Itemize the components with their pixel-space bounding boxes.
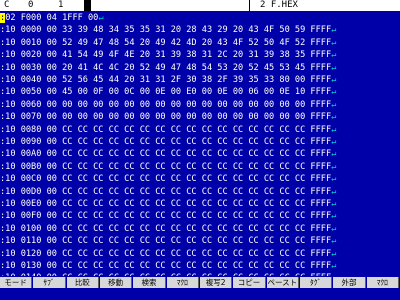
line-end-icon: ↵ xyxy=(98,13,104,23)
hex-line-text: :10 00D0 00 CC CC CC CC CC CC CC CC CC C… xyxy=(0,186,332,197)
line-end-icon: ↵ xyxy=(331,75,337,85)
line-end-icon: ↵ xyxy=(331,248,337,259)
hex-line[interactable]: :10 0010 00 52 49 47 48 54 20 49 42 4D 2… xyxy=(0,37,400,50)
function-key-bar: モード ｻﾌﾞ 比較 移動 検索 ﾏｸﾛ 複写2 コピー ペースト ﾀｸﾞ 外部 ﾏｸﾛ xyxy=(0,276,400,300)
line-end-icon: ↵ xyxy=(331,112,337,123)
function-key-f12[interactable]: ﾏｸﾛ xyxy=(366,277,399,288)
line-end-icon: ↵ xyxy=(331,62,337,73)
hex-line-text: :10 00E0 00 CC CC CC CC CC CC CC CC CC C… xyxy=(0,199,332,209)
hex-line[interactable]: :10 0060 00 00 00 00 00 00 00 00 00 00 0… xyxy=(0,99,400,112)
hex-line-text: :10 00A0 00 CC CC CC CC CC CC CC CC CC C… xyxy=(0,149,332,160)
line-end-icon: ↵ xyxy=(331,199,337,209)
hex-line-text: :10 00C0 00 CC CC CC CC CC CC CC CC CC C… xyxy=(0,174,332,185)
hex-line-text: :10 0020 00 41 54 49 4F 4E 20 31 39 38 3… xyxy=(0,50,332,61)
line-end-icon: ↵ xyxy=(331,223,337,234)
line-end-icon: ↵ xyxy=(331,261,337,271)
hex-line-header[interactable]: :02 F000 04 1FFF 00↵ xyxy=(0,12,400,25)
hex-editor-area[interactable]: :02 F000 04 1FFF 00↵ :10 0000 00 33 39 4… xyxy=(0,12,400,283)
hex-line[interactable]: :10 0100 00 CC CC CC CC CC CC CC CC CC C… xyxy=(0,223,400,236)
hex-line[interactable]: :10 00F0 00 CC CC CC CC CC CC CC CC CC C… xyxy=(0,210,400,223)
hex-line-text: :10 0060 00 00 00 00 00 00 00 00 00 00 0… xyxy=(0,99,332,110)
hex-line-text: :10 0030 00 20 41 4C 4C 20 52 49 47 48 5… xyxy=(0,62,332,73)
column-indicator: C xyxy=(4,0,10,10)
hex-line-text: :10 0080 00 CC CC CC CC CC CC CC CC CC C… xyxy=(0,124,332,135)
hex-line-text: :10 0120 00 CC CC CC CC CC CC CC CC CC C… xyxy=(0,248,332,259)
hex-line[interactable]: :10 0080 00 CC CC CC CC CC CC CC CC CC C… xyxy=(0,124,400,137)
line-indicator: 1 xyxy=(58,0,64,10)
hex-line-text: :10 0010 00 52 49 47 48 54 20 49 42 4D 2… xyxy=(0,37,332,48)
hex-line[interactable]: :10 00C0 00 CC CC CC CC CC CC CC CC CC C… xyxy=(0,173,400,186)
function-key-f6[interactable]: ﾏｸﾛ xyxy=(166,277,199,288)
line-end-icon: ↵ xyxy=(331,161,337,172)
line-end-icon: ↵ xyxy=(331,87,337,98)
function-key-f4[interactable]: 移動 xyxy=(100,277,133,288)
file-name: F.HEX xyxy=(270,0,298,10)
hex-line[interactable]: :10 0040 00 52 56 45 44 20 31 31 2F 30 3… xyxy=(0,74,400,87)
hex-line-text: :10 0110 00 CC CC CC CC CC CC CC CC CC C… xyxy=(0,236,332,247)
hex-line-text: :10 0040 00 52 56 45 44 20 31 31 2F 30 3… xyxy=(0,75,332,85)
function-key-f8[interactable]: コピー xyxy=(233,277,266,288)
hex-line-text: :10 0000 00 33 39 48 34 35 35 31 20 28 4… xyxy=(0,25,332,36)
status-bar: C 0 1 2 F.HEX xyxy=(0,0,400,11)
hex-line[interactable]: :10 00A0 00 CC CC CC CC CC CC CC CC CC C… xyxy=(0,148,400,161)
function-key-f2[interactable]: ｻﾌﾞ xyxy=(33,277,66,288)
function-key-f5[interactable]: 検索 xyxy=(133,277,166,288)
hex-line[interactable]: :10 0030 00 20 41 4C 4C 20 52 49 47 48 5… xyxy=(0,62,400,75)
file-number: 2 xyxy=(260,0,266,10)
line-end-icon: ↵ xyxy=(331,236,337,247)
function-key-f11[interactable]: 外部 xyxy=(333,277,366,288)
hex-line[interactable]: :10 0000 00 33 39 48 34 35 35 31 20 28 4… xyxy=(0,24,400,37)
hex-line-text: :10 00B0 00 CC CC CC CC CC CC CC CC CC C… xyxy=(0,161,332,172)
hex-line[interactable]: :10 0050 00 45 00 0F 00 0C 00 0E 00 E0 0… xyxy=(0,86,400,99)
hex-line[interactable]: :10 0090 00 CC CC CC CC CC CC CC CC CC C… xyxy=(0,136,400,149)
hex-line[interactable]: :10 00D0 00 CC CC CC CC CC CC CC CC CC C… xyxy=(0,186,400,199)
insert-mode-icon xyxy=(84,0,91,11)
file-indicator: 2 F.HEX xyxy=(260,0,298,11)
position-indicator: 0 xyxy=(28,0,34,10)
hex-line-text: :10 0130 00 CC CC CC CC CC CC CC CC CC C… xyxy=(0,261,332,271)
line-end-icon: ↵ xyxy=(331,149,337,160)
line-end-icon: ↵ xyxy=(331,137,337,147)
function-key-f3[interactable]: 比較 xyxy=(66,277,99,288)
hex-line[interactable]: :10 00B0 00 CC CC CC CC CC CC CC CC CC C… xyxy=(0,161,400,174)
hex-line-text: 02 F000 04 1FFF 00 xyxy=(5,13,99,23)
line-end-icon: ↵ xyxy=(331,37,337,48)
line-end-icon: ↵ xyxy=(331,186,337,197)
function-key-f1[interactable]: モード xyxy=(0,277,33,288)
line-end-icon: ↵ xyxy=(331,124,337,135)
line-end-icon: ↵ xyxy=(331,25,337,36)
line-end-icon: ↵ xyxy=(331,211,337,222)
line-end-icon: ↵ xyxy=(331,174,337,185)
hex-line[interactable]: :10 00E0 00 CC CC CC CC CC CC CC CC CC C… xyxy=(0,198,400,211)
function-key-f10[interactable]: ﾀｸﾞ xyxy=(300,277,333,288)
hex-line[interactable]: :10 0120 00 CC CC CC CC CC CC CC CC CC C… xyxy=(0,248,400,261)
hex-line[interactable]: :10 0130 00 CC CC CC CC CC CC CC CC CC C… xyxy=(0,260,400,273)
function-key-f7[interactable]: 複写2 xyxy=(200,277,233,288)
line-end-icon: ↵ xyxy=(331,50,337,61)
hex-line-text: :10 00F0 00 CC CC CC CC CC CC CC CC CC C… xyxy=(0,211,332,222)
hex-line-text: :10 0090 00 CC CC CC CC CC CC CC CC CC C… xyxy=(0,137,332,147)
hex-line[interactable]: :10 0070 00 00 00 00 00 00 00 00 00 00 0… xyxy=(0,111,400,124)
line-end-icon: ↵ xyxy=(331,99,337,110)
hex-line[interactable]: :10 0020 00 41 54 49 4F 4E 20 31 39 38 3… xyxy=(0,49,400,62)
function-key-f9[interactable]: ペースト xyxy=(266,277,299,288)
hex-line-text: :10 0070 00 00 00 00 00 00 00 00 00 00 0… xyxy=(0,112,332,123)
status-divider xyxy=(249,0,250,11)
hex-line-text: :10 0100 00 CC CC CC CC CC CC CC CC CC C… xyxy=(0,223,332,234)
hex-line-text: :10 0050 00 45 00 0F 00 0C 00 0E 00 E0 0… xyxy=(0,87,332,98)
hex-line[interactable]: :10 0110 00 CC CC CC CC CC CC CC CC CC C… xyxy=(0,235,400,248)
